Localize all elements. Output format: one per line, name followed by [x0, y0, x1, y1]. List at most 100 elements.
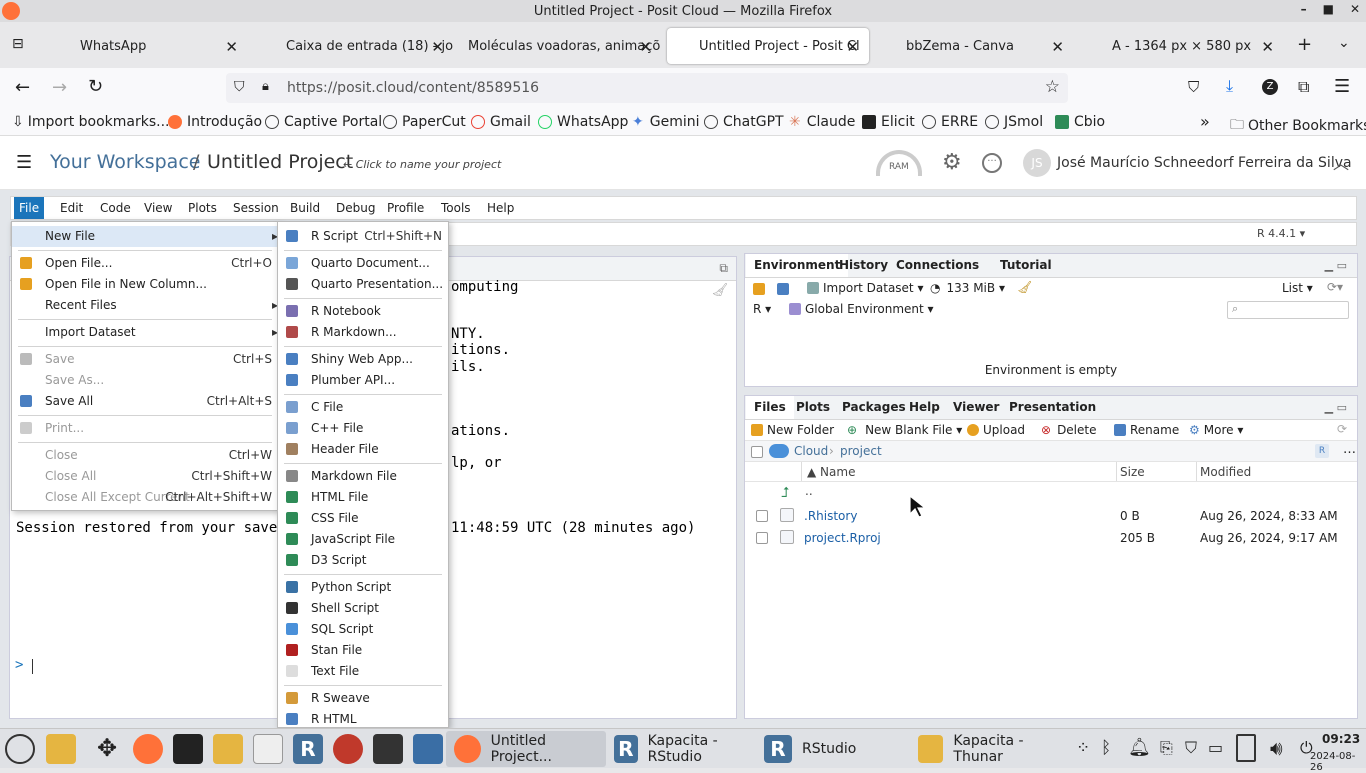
- menu-debug[interactable]: Debug: [331, 197, 380, 219]
- menu-item[interactable]: R Notebook: [278, 301, 448, 322]
- network-icon[interactable]: ⁘: [1076, 738, 1090, 758]
- more-options-icon[interactable]: ···: [982, 153, 1002, 173]
- row-checkbox[interactable]: [756, 510, 768, 522]
- menu-item[interactable]: Header File: [278, 439, 448, 460]
- menu-item[interactable]: R Script Ctrl+Shift+N: [278, 226, 448, 247]
- menu-item[interactable]: Quarto Presentation...: [278, 274, 448, 295]
- menu-item[interactable]: Shell Script: [278, 598, 448, 619]
- menu-item[interactable]: R HTML: [278, 709, 448, 727]
- screenshot-icon[interactable]: [413, 734, 443, 764]
- delete-button[interactable]: ⊗ Delete: [1041, 423, 1097, 437]
- save-workspace-icon[interactable]: [777, 283, 793, 295]
- close-tab-icon[interactable]: ✕: [1051, 38, 1064, 56]
- bookmark-star-icon[interactable]: ☆: [1045, 77, 1060, 97]
- menu-plots[interactable]: Plots: [183, 197, 222, 219]
- avatar[interactable]: JS: [1023, 149, 1051, 177]
- pane-minmax-icon[interactable]: ▁ ▭: [1325, 259, 1347, 272]
- clipboard-icon[interactable]: ⎘: [1160, 738, 1173, 758]
- other-bookmarks[interactable]: 🗀︎ Other Bookmarks: [1230, 114, 1366, 138]
- firefox-launcher-icon[interactable]: [133, 734, 163, 764]
- r-project-icon[interactable]: R: [1315, 444, 1329, 458]
- console-prompt[interactable]: >: [15, 657, 23, 673]
- user-name[interactable]: José Maurício Schneedorf Ferreira da Sil…: [1057, 155, 1352, 171]
- menu-item[interactable]: Plumber API...: [278, 370, 448, 391]
- app-icon[interactable]: [333, 734, 363, 764]
- menu-item[interactable]: New File ▸: [12, 226, 278, 247]
- browser-tab[interactable]: Moléculas voadoras, animaçõ ✕: [458, 28, 662, 64]
- profile-icon[interactable]: Z: [1262, 79, 1278, 95]
- menu-build[interactable]: Build: [285, 197, 325, 219]
- maximize-pane-icon[interactable]: ⧉: [719, 261, 728, 276]
- bookmark-item[interactable]: Elicit: [862, 114, 915, 130]
- extensions-icon[interactable]: ⧉: [1298, 77, 1309, 97]
- tab-connections[interactable]: Connections: [888, 254, 987, 277]
- environment-search-input[interactable]: ⌕: [1227, 301, 1349, 319]
- menu-item[interactable]: Save All Ctrl+Alt+S: [12, 391, 278, 412]
- parent-folder-link[interactable]: ..: [805, 484, 813, 498]
- menu-item[interactable]: Open File... Ctrl+O: [12, 253, 278, 274]
- column-name[interactable]: ▲ Name: [807, 465, 855, 479]
- minimize-button[interactable]: –: [1301, 2, 1307, 16]
- import-dataset-button[interactable]: Import Dataset ▾: [807, 281, 923, 295]
- menu-item[interactable]: JavaScript File: [278, 529, 448, 550]
- taskbar-window-rstudio[interactable]: R RStudio: [756, 731, 906, 767]
- table-row[interactable]: project.Rproj 205 B Aug 26, 2024, 9:17 AM: [745, 527, 1357, 549]
- bookmark-item[interactable]: Cbio: [1055, 114, 1105, 130]
- menu-item[interactable]: R Sweave: [278, 688, 448, 709]
- menu-item[interactable]: C++ File: [278, 418, 448, 439]
- tab-viewer[interactable]: Viewer: [945, 396, 1007, 419]
- taskbar-window-thunar[interactable]: Kapacita - Thunar: [910, 731, 1066, 767]
- move-tool-icon[interactable]: ✥: [92, 734, 122, 764]
- clock-date[interactable]: 2024-08-26: [1310, 751, 1366, 773]
- bookmark-item[interactable]: PaperCut: [383, 114, 466, 130]
- menu-item[interactable]: Stan File: [278, 640, 448, 661]
- column-size[interactable]: Size: [1120, 465, 1145, 479]
- taskbar-window-firefox[interactable]: Untitled Project...: [446, 731, 606, 767]
- clear-console-icon[interactable]: 🧹︎: [711, 283, 728, 298]
- workspace-link[interactable]: Your Workspace: [50, 151, 200, 173]
- column-modified[interactable]: Modified: [1200, 465, 1251, 479]
- language-dropdown[interactable]: R ▾: [753, 302, 771, 316]
- shield-status-icon[interactable]: ⛉: [1185, 738, 1197, 758]
- breadcrumb-cloud[interactable]: Cloud: [794, 444, 828, 458]
- bluetooth-icon[interactable]: ᛒ: [1101, 738, 1111, 758]
- maximize-button[interactable]: ■: [1323, 2, 1334, 16]
- settings-gear-icon[interactable]: ⚙: [942, 150, 962, 175]
- back-button[interactable]: ←: [15, 77, 30, 98]
- close-window-button[interactable]: ✕: [1350, 2, 1360, 16]
- menu-item[interactable]: Recent Files ▸: [12, 295, 278, 316]
- tab-help[interactable]: Help: [901, 396, 948, 419]
- rename-button[interactable]: Rename: [1114, 423, 1179, 437]
- menu-view[interactable]: View: [139, 197, 177, 219]
- bookmark-item[interactable]: Captive Portal: [265, 114, 382, 130]
- volume-icon[interactable]: 🔊︎: [1270, 736, 1283, 760]
- table-row[interactable]: ⮥ ..: [745, 482, 1357, 504]
- browser-tab[interactable]: Caixa de entrada (18) - jo ✕: [254, 28, 454, 64]
- calculator-icon[interactable]: [373, 734, 403, 764]
- bookmark-item[interactable]: WhatsApp: [538, 114, 628, 130]
- list-view-dropdown[interactable]: List ▾: [1282, 281, 1313, 295]
- file-manager-icon[interactable]: [213, 734, 243, 764]
- menu-item[interactable]: Markdown File: [278, 466, 448, 487]
- start-menu-icon[interactable]: [5, 734, 35, 764]
- close-tab-icon[interactable]: ✕: [639, 38, 652, 56]
- bookmarks-overflow-icon[interactable]: »: [1200, 112, 1210, 131]
- upload-button[interactable]: Upload: [967, 423, 1025, 437]
- bookmark-item[interactable]: ⇩ Import bookmarks...: [12, 114, 170, 130]
- new-tab-button[interactable]: +: [1297, 34, 1312, 55]
- refresh-files-icon[interactable]: ⟳: [1337, 422, 1347, 436]
- clear-objects-icon[interactable]: 🧹︎: [1017, 280, 1032, 294]
- collapse-header-icon[interactable]: ︿: [1333, 150, 1349, 174]
- menu-code[interactable]: Code: [95, 197, 136, 219]
- row-checkbox[interactable]: [756, 532, 768, 544]
- text-editor-icon[interactable]: [253, 734, 283, 764]
- tab-files[interactable]: Files: [746, 396, 794, 419]
- reload-button[interactable]: ↻: [88, 76, 103, 97]
- taskbar-window-rstudio-kapacita[interactable]: R Kapacita - RStudio: [606, 731, 756, 767]
- menu-item[interactable]: D3 Script: [278, 550, 448, 571]
- menu-edit[interactable]: Edit: [55, 197, 88, 219]
- downloads-icon[interactable]: ⤓: [1226, 76, 1233, 96]
- url-text[interactable]: https://posit.cloud/content/8589516: [287, 80, 539, 96]
- tab-overview-icon[interactable]: ⊟: [12, 36, 24, 52]
- forward-button[interactable]: →: [52, 77, 67, 98]
